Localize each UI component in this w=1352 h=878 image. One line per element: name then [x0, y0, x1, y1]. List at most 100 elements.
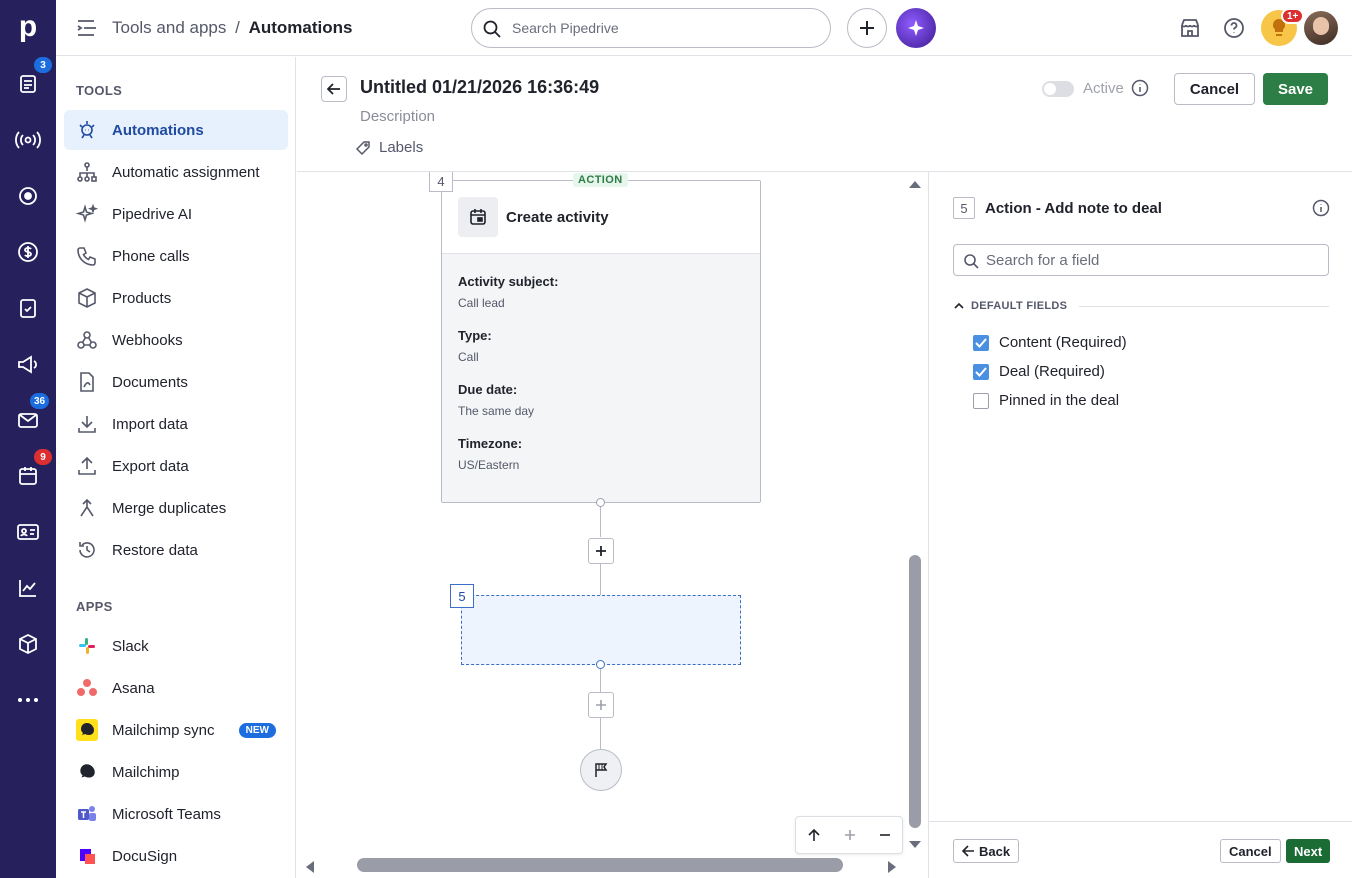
scroll-down-icon[interactable] — [908, 837, 922, 851]
quick-add-button[interactable] — [847, 8, 887, 48]
next-button[interactable]: Next — [1286, 839, 1331, 863]
sidebar-item-webhooks[interactable]: Webhooks — [64, 320, 288, 360]
back-button[interactable]: Back — [953, 839, 1020, 863]
sidebar-item-mailchimp-sync[interactable]: Mailchimp sync NEW — [64, 710, 288, 750]
vertical-scroll-thumb[interactable] — [909, 555, 921, 828]
canvas-zoom-controls — [795, 816, 903, 854]
sidebar-item-slack[interactable]: Slack — [64, 626, 288, 666]
info-icon[interactable] — [1312, 199, 1330, 220]
field-checkbox-content[interactable]: Content (Required) — [973, 334, 1127, 351]
field-key: Activity subject: — [458, 274, 559, 289]
add-step-button[interactable] — [588, 538, 614, 564]
sidebar-item-microsoft-teams[interactable]: Microsoft Teams — [64, 794, 288, 834]
sidebar-item-export-data[interactable]: Export data — [64, 446, 288, 486]
calendar-icon[interactable] — [14, 462, 42, 490]
docusign-icon — [76, 845, 98, 867]
horizontal-scroll-thumb[interactable] — [357, 858, 843, 872]
scroll-left-icon[interactable] — [303, 860, 317, 874]
contacts-icon[interactable] — [14, 518, 42, 546]
webhook-icon — [76, 329, 98, 351]
broadcast-icon[interactable] — [14, 126, 42, 154]
user-avatar[interactable] — [1304, 11, 1338, 45]
check-icon — [975, 337, 987, 348]
sidebar-item-products[interactable]: Products — [64, 278, 288, 318]
global-search-input[interactable]: Search Pipedrive — [471, 8, 831, 48]
sidebar-item-asana[interactable]: Asana — [64, 668, 288, 708]
sidebar-item-automatic-assignment[interactable]: Automatic assignment — [64, 152, 288, 192]
workflow-step-create-activity[interactable]: Create activity Activity subject: Call l… — [441, 180, 761, 503]
cancel-button[interactable]: Cancel — [1174, 73, 1255, 105]
marketplace-icon[interactable] — [1176, 14, 1204, 42]
add-step-button[interactable] — [588, 692, 614, 718]
panel-title: Action - Add note to deal — [985, 200, 1162, 217]
sidebar-item-label: Pipedrive AI — [112, 205, 193, 223]
sidebar-item-restore-data[interactable]: Restore data — [64, 530, 288, 570]
pipedrive-logo[interactable]: p — [12, 8, 44, 46]
search-icon — [483, 20, 501, 38]
arrow-up-icon[interactable] — [807, 828, 821, 842]
target-icon[interactable] — [14, 182, 42, 210]
sidebar-item-phone-calls[interactable]: Phone calls — [64, 236, 288, 276]
info-icon[interactable] — [1131, 79, 1149, 100]
step-config-panel: 5 Action - Add note to deal Search for a… — [928, 172, 1352, 878]
checkbox[interactable] — [973, 334, 989, 351]
connector-line — [600, 718, 601, 749]
products-icon[interactable] — [14, 630, 42, 658]
zoom-out-icon[interactable] — [879, 829, 891, 841]
connector-dot — [596, 660, 605, 669]
sidebar-item-docusign[interactable]: DocuSign — [64, 836, 288, 876]
breadcrumb-parent[interactable]: Tools and apps — [112, 18, 226, 37]
menu-collapse-icon[interactable] — [76, 18, 98, 38]
deals-icon[interactable] — [14, 238, 42, 266]
campaigns-icon[interactable] — [14, 350, 42, 378]
checkbox[interactable] — [973, 363, 989, 380]
checkbox[interactable] — [973, 392, 989, 409]
mail-icon[interactable] — [14, 406, 42, 434]
default-fields-header[interactable]: DEFAULT FIELDS — [953, 300, 1329, 312]
sidebar-item-merge-duplicates[interactable]: Merge duplicates — [64, 488, 288, 528]
calendar-icon — [458, 197, 498, 237]
step-field: Type: Call — [442, 328, 760, 364]
active-toggle[interactable] — [1042, 81, 1074, 97]
ai-assistant-button[interactable] — [896, 8, 936, 48]
sidebar-item-label: DocuSign — [112, 847, 178, 865]
sidebar-item-label: Slack — [112, 637, 149, 655]
back-button[interactable] — [321, 76, 347, 102]
teams-icon — [76, 803, 98, 825]
tasks-icon[interactable] — [14, 294, 42, 322]
sidebar-item-import-data[interactable]: Import data — [64, 404, 288, 444]
field-key: Timezone: — [458, 436, 523, 451]
scroll-right-icon[interactable] — [885, 860, 899, 874]
new-step-placeholder[interactable] — [461, 595, 741, 665]
labels-button[interactable]: Labels — [355, 139, 423, 156]
calendar-badge: 9 — [34, 449, 52, 465]
field-checkbox-pinned[interactable]: Pinned in the deal — [973, 392, 1119, 409]
field-checkbox-deal[interactable]: Deal (Required) — [973, 363, 1105, 380]
global-search-placeholder: Search Pipedrive — [512, 20, 619, 36]
sidebar-item-documents[interactable]: Documents — [64, 362, 288, 402]
insights-icon[interactable] — [14, 574, 42, 602]
tools-section-title: TOOLS — [76, 83, 123, 98]
sidebar-item-automations[interactable]: Automations — [64, 110, 288, 150]
connector-line — [600, 669, 601, 693]
checkbox-label: Content (Required) — [999, 334, 1127, 351]
workflow-canvas[interactable]: Create activity Activity subject: Call l… — [297, 172, 928, 878]
help-icon[interactable] — [1220, 14, 1248, 42]
plus-icon — [596, 546, 606, 556]
zoom-in-icon[interactable] — [844, 829, 856, 841]
description-field[interactable]: Description — [360, 108, 435, 125]
sidebar-item-mailchimp[interactable]: Mailchimp — [64, 752, 288, 792]
field-search-input[interactable]: Search for a field — [953, 244, 1329, 276]
leads-icon[interactable] — [14, 70, 42, 98]
section-title: DEFAULT FIELDS — [971, 300, 1068, 312]
save-button[interactable]: Save — [1263, 73, 1328, 105]
automation-title[interactable]: Untitled 01/21/2026 16:36:49 — [360, 77, 599, 98]
cancel-button[interactable]: Cancel — [1220, 839, 1281, 863]
sidebar-item-label: Export data — [112, 457, 189, 475]
workflow-end-node — [580, 749, 622, 791]
more-icon[interactable] — [14, 686, 42, 714]
scroll-up-icon[interactable] — [908, 178, 922, 192]
search-icon — [964, 254, 979, 269]
sidebar-item-label: Products — [112, 289, 172, 307]
sidebar-item-pipedrive-ai[interactable]: Pipedrive AI — [64, 194, 288, 234]
